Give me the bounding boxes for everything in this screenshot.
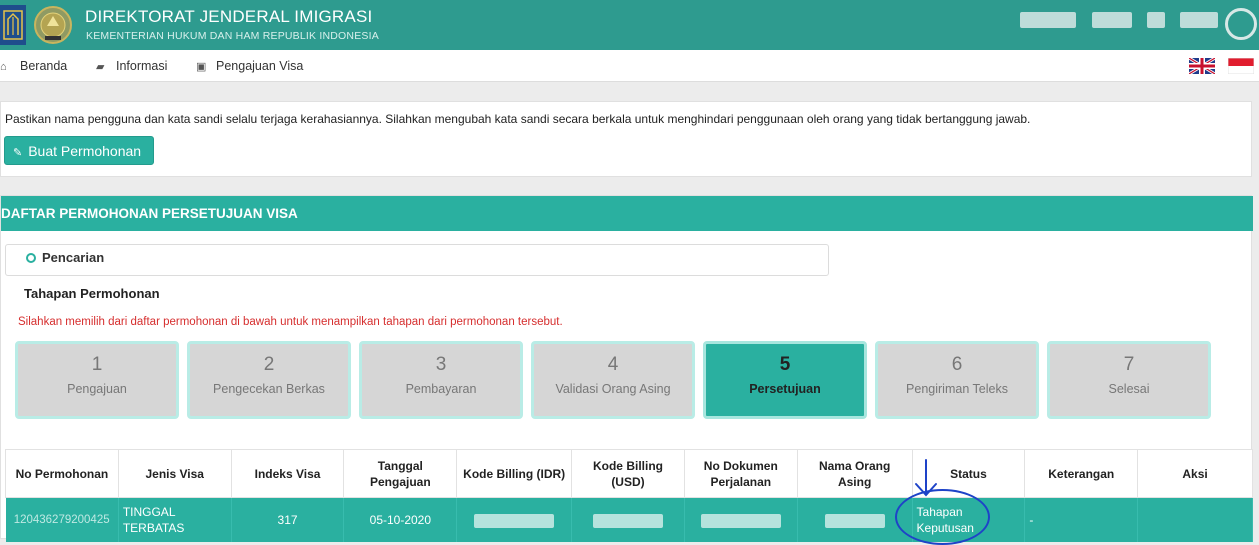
user-avatar-icon[interactable]	[1225, 8, 1257, 40]
column-header[interactable]: Keterangan	[1024, 449, 1139, 498]
home-icon: ⌂	[0, 61, 7, 73]
column-header[interactable]: Kode Billing (USD)	[571, 449, 685, 498]
plus-circle-icon	[26, 253, 36, 263]
step-label: Pengiriman Teleks	[906, 382, 1008, 396]
cell-no-dokumen	[684, 497, 798, 542]
step-number: 5	[779, 354, 791, 375]
step-selesai[interactable]: 7 Selesai	[1047, 341, 1211, 419]
column-header[interactable]: Indeks Visa	[230, 449, 345, 498]
step-number: 4	[607, 354, 619, 375]
step-pengiriman-teleks[interactable]: 6 Pengiriman Teleks	[875, 341, 1039, 419]
cell-aksi[interactable]	[1137, 497, 1253, 542]
column-header[interactable]: Tanggal Pengajuan	[343, 449, 458, 498]
step-label: Persetujuan	[749, 382, 821, 396]
security-notice: Pastikan nama pengguna dan kata sandi se…	[5, 112, 1031, 126]
nav-label: Beranda	[20, 59, 68, 73]
nav-pengajuan-visa[interactable]: ▣ Pengajuan Visa	[196, 59, 303, 73]
visa-approval-list-panel: DAFTAR PERMOHONAN PERSETUJUAN VISA Penca…	[0, 195, 1253, 542]
annotation-circle	[895, 489, 990, 545]
redacted-value	[474, 513, 555, 528]
search-label: Pencarian	[42, 250, 105, 265]
nav-label: Informasi	[116, 59, 168, 73]
site-subtitle: KEMENTERIAN HUKUM DAN HAM REPUBLIK INDON…	[86, 30, 379, 42]
uk-flag-icon[interactable]	[1189, 58, 1215, 74]
nav-beranda[interactable]: ⌂ Beranda	[0, 59, 67, 73]
info-panel: Pastikan nama pengguna dan kata sandi se…	[0, 101, 1252, 177]
cell-no-permohonan: 120436279200425	[5, 497, 119, 542]
pencil-icon: ✎	[13, 146, 23, 159]
column-header[interactable]: Nama Orang Asing	[796, 449, 913, 498]
main-nav: ⌂ Beranda ▰ Informasi ▣ Pengajuan Visa	[0, 50, 1259, 82]
id-flag-icon[interactable]	[1228, 58, 1254, 74]
step-number: 1	[91, 354, 103, 375]
steps-hint: Silahkan memilih dari daftar permohonan …	[18, 316, 563, 328]
ministry-logo-icon	[0, 5, 26, 45]
create-application-label: Buat Permohonan	[28, 142, 142, 159]
step-number: 3	[435, 354, 447, 375]
column-header[interactable]: No Permohonan	[5, 449, 119, 498]
search-section[interactable]: Pencarian	[5, 244, 829, 276]
header-icon-blurred[interactable]	[1092, 12, 1132, 28]
steps-title: Tahapan Permohonan	[24, 286, 160, 301]
step-number: 2	[263, 354, 275, 375]
cell-indeks-visa: 317	[231, 497, 345, 542]
column-header[interactable]: Aksi	[1137, 449, 1253, 498]
step-label: Pembayaran	[405, 382, 477, 396]
immigration-seal-icon	[34, 6, 72, 44]
table-row[interactable]: 120436279200425 TINGGAL TERBATAS 317 05-…	[5, 497, 1253, 542]
nav-informasi[interactable]: ▰ Informasi	[96, 59, 167, 73]
step-number: 7	[1123, 354, 1135, 375]
panel-heading: DAFTAR PERMOHONAN PERSETUJUAN VISA	[1, 196, 1253, 231]
book-icon: ▰	[96, 61, 105, 73]
step-pengajuan[interactable]: 1 Pengajuan	[15, 341, 179, 419]
step-pengecekan-berkas[interactable]: 2 Pengecekan Berkas	[187, 341, 351, 419]
column-header[interactable]: No Dokumen Perjalanan	[683, 449, 798, 498]
redacted-value	[700, 513, 781, 528]
step-number: 6	[951, 354, 963, 375]
redacted-value	[592, 513, 663, 528]
column-header[interactable]: Jenis Visa	[117, 449, 232, 498]
cell-keterangan: -	[1024, 497, 1139, 542]
applications-table: No Permohonan Jenis Visa Indeks Visa Tan…	[5, 449, 1253, 542]
cell-kode-billing-usd	[571, 497, 685, 542]
step-label: Validasi Orang Asing	[555, 382, 671, 396]
table-header-row: No Permohonan Jenis Visa Indeks Visa Tan…	[5, 449, 1253, 498]
step-validasi-orang-asing[interactable]: 4 Validasi Orang Asing	[531, 341, 695, 419]
step-pembayaran[interactable]: 3 Pembayaran	[359, 341, 523, 419]
header-icon-blurred[interactable]	[1020, 12, 1076, 28]
step-persetujuan[interactable]: 5 Persetujuan	[703, 341, 867, 419]
step-label: Selesai	[1108, 382, 1150, 396]
create-application-button[interactable]: ✎ Buat Permohonan	[4, 136, 154, 165]
site-title: DIREKTORAT JENDERAL IMIGRASI	[85, 7, 373, 26]
cell-jenis-visa: TINGGAL TERBATAS	[118, 497, 232, 542]
nav-label: Pengajuan Visa	[216, 59, 304, 73]
step-label: Pengajuan	[67, 382, 127, 396]
header-icon-blurred[interactable]	[1180, 12, 1218, 28]
cell-kode-billing-idr	[456, 497, 573, 542]
top-header: DIREKTORAT JENDERAL IMIGRASI KEMENTERIAN…	[0, 0, 1259, 50]
header-icon-blurred[interactable]	[1147, 12, 1165, 28]
step-label: Pengecekan Berkas	[213, 382, 325, 396]
search-toggle[interactable]: Pencarian	[26, 250, 104, 265]
cell-tanggal: 05-10-2020	[343, 497, 458, 542]
column-header[interactable]: Kode Billing (IDR)	[456, 449, 573, 498]
id-card-icon: ▣	[196, 61, 207, 73]
redacted-value	[824, 513, 885, 528]
